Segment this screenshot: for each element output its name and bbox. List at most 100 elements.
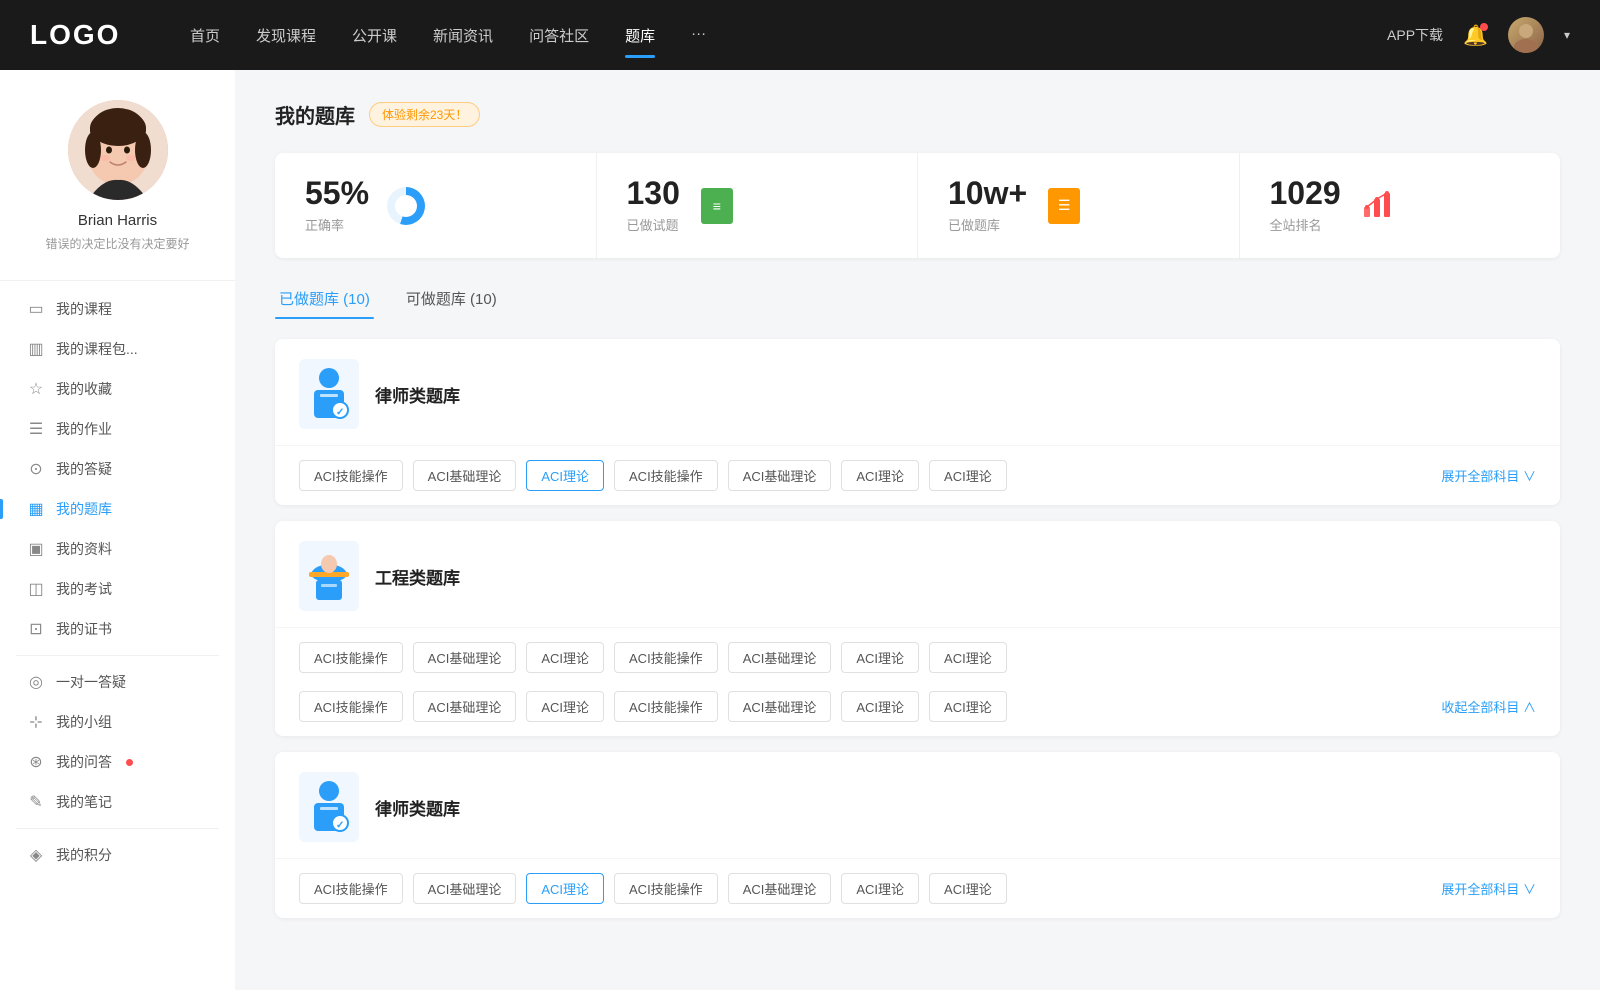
stat-accuracy-value: 55% [305,177,369,209]
tabs-row: 已做题库 (10) 可做题库 (10) [275,278,1560,319]
bank-title-3: 律师类题库 [375,795,460,820]
main-layout: Brian Harris 错误的决定比没有决定要好 ▭ 我的课程 ▥ 我的课程包… [0,70,1600,990]
sidebar-item-my-points[interactable]: ◈ 我的积分 [10,835,225,875]
sidebar-item-my-questions[interactable]: ⊙ 我的答疑 [10,449,225,489]
bank-tag-eng-extra-2[interactable]: ACI理论 [526,691,604,722]
stat-accuracy-label: 正确率 [305,215,369,234]
page-header: 我的题库 体验剩余23天！ [275,100,1560,129]
stat-accuracy-icon [385,185,427,227]
bank-tag-law2-0[interactable]: ACI技能操作 [299,873,403,904]
profile-icon: ▣ [26,539,46,559]
bank-expand-1[interactable]: 展开全部科目 ∨ [1441,466,1536,485]
sidebar-item-my-qa[interactable]: ⊛ 我的问答 [10,742,225,782]
bank-tag-eng-extra-5[interactable]: ACI理论 [841,691,919,722]
nav-item-qa[interactable]: 问答社区 [529,21,589,50]
bank-collapse-2[interactable]: 收起全部科目 ∧ [1441,697,1536,716]
bar-chart-icon [1362,187,1394,225]
one-on-one-icon: ◎ [26,672,46,692]
page-title: 我的题库 [275,100,355,129]
sidebar-item-my-course[interactable]: ▭ 我的课程 [10,289,225,329]
doc-green-icon [701,188,733,224]
stat-done-value: 130 [627,177,680,209]
bank-body-3: ACI技能操作 ACI基础理论 ACI理论 ACI技能操作 ACI基础理论 AC… [275,859,1560,918]
bank-tag-eng-1[interactable]: ACI基础理论 [413,642,517,673]
bank-tag-law2-5[interactable]: ACI理论 [841,873,919,904]
stats-row: 55% 正确率 130 已做试题 10w+ [275,153,1560,258]
bank-tag-eng-3[interactable]: ACI技能操作 [614,642,718,673]
tab-available-banks[interactable]: 可做题库 (10) [402,278,501,319]
bank-body-2: ACI技能操作 ACI基础理论 ACI理论 ACI技能操作 ACI基础理论 AC… [275,628,1560,687]
bank-tag-eng-extra-3[interactable]: ACI技能操作 [614,691,718,722]
sidebar-item-my-favorites[interactable]: ☆ 我的收藏 [10,369,225,409]
app-download-button[interactable]: APP下载 [1387,25,1443,45]
bank-title-1: 律师类题库 [375,382,460,407]
sidebar-item-my-profile[interactable]: ▣ 我的资料 [10,529,225,569]
bank-tag-2-active[interactable]: ACI理论 [526,460,604,491]
sidebar-username: Brian Harris [78,212,157,229]
sidebar-menu: ▭ 我的课程 ▥ 我的课程包... ☆ 我的收藏 ☰ 我的作业 ⊙ 我的答疑 ▦… [0,289,235,875]
sidebar-item-my-cert[interactable]: ⊡ 我的证书 [10,609,225,649]
bank-tag-4[interactable]: ACI基础理论 [728,460,832,491]
nav-item-more[interactable]: ··· [691,21,706,50]
sidebar-item-my-bank[interactable]: ▦ 我的题库 [10,489,225,529]
bank-tag-eng-extra-4[interactable]: ACI基础理论 [728,691,832,722]
logo[interactable]: LOGO [30,19,130,51]
notification-bell[interactable]: 🔔 [1463,23,1488,48]
sidebar-divider [0,280,235,281]
bank-tag-law2-2-active[interactable]: ACI理论 [526,873,604,904]
stat-done-questions: 130 已做试题 [597,153,919,258]
doc-orange-icon [1048,188,1080,224]
nav-item-open-course[interactable]: 公开课 [352,21,397,50]
bank-tag-law2-4[interactable]: ACI基础理论 [728,873,832,904]
main-content: 我的题库 体验剩余23天！ 55% 正确率 130 已做试题 [235,70,1600,990]
bank-tag-eng-0[interactable]: ACI技能操作 [299,642,403,673]
notification-dot [1480,23,1488,31]
bank-tag-eng-2[interactable]: ACI理论 [526,642,604,673]
top-navigation: LOGO 首页 发现课程 公开课 新闻资讯 问答社区 题库 ··· APP下载 … [0,0,1600,70]
bank-tag-6[interactable]: ACI理论 [929,460,1007,491]
bank-card-header-3: ✓ 律师类题库 [275,752,1560,859]
pie-chart-55 [387,187,425,225]
bank-tag-eng-6[interactable]: ACI理论 [929,642,1007,673]
bank-tag-law2-6[interactable]: ACI理论 [929,873,1007,904]
bank-tag-law2-3[interactable]: ACI技能操作 [614,873,718,904]
bank-tag-eng-extra-0[interactable]: ACI技能操作 [299,691,403,722]
tab-done-banks[interactable]: 已做题库 (10) [275,278,374,319]
sidebar-item-one-on-one[interactable]: ◎ 一对一答疑 [10,662,225,702]
nav-item-home[interactable]: 首页 [190,21,220,50]
bank-card-lawyer-2: ✓ 律师类题库 ACI技能操作 ACI基础理论 ACI理论 ACI技能操作 AC… [275,752,1560,918]
user-menu-chevron[interactable]: ▾ [1564,28,1570,42]
bank-tag-3[interactable]: ACI技能操作 [614,460,718,491]
bank-tag-law2-1[interactable]: ACI基础理论 [413,873,517,904]
bank-card-header-1: ✓ 律师类题库 [275,339,1560,446]
avatar[interactable] [1508,17,1544,53]
sidebar-item-my-notes[interactable]: ✎ 我的笔记 [10,782,225,822]
stat-banks-value: 10w+ [948,177,1027,209]
bank-expand-3[interactable]: 展开全部科目 ∨ [1441,879,1536,898]
bank-tag-eng-extra-1[interactable]: ACI基础理论 [413,691,517,722]
stat-rank-label: 全站排名 [1270,215,1341,234]
bank-tag-eng-4[interactable]: ACI基础理论 [728,642,832,673]
sidebar-motto: 错误的决定比没有决定要好 [45,235,189,252]
svg-text:✓: ✓ [336,407,344,418]
sidebar: Brian Harris 错误的决定比没有决定要好 ▭ 我的课程 ▥ 我的课程包… [0,70,235,990]
bank-tag-5[interactable]: ACI理论 [841,460,919,491]
cert-icon: ⊡ [26,619,46,639]
bank-tag-eng-extra-6[interactable]: ACI理论 [929,691,1007,722]
bank-tag-0[interactable]: ACI技能操作 [299,460,403,491]
qa-icon: ⊛ [26,752,46,772]
stat-banks-icon [1043,185,1085,227]
trial-badge: 体验剩余23天！ [369,102,480,127]
sidebar-item-my-exam[interactable]: ◫ 我的考试 [10,569,225,609]
sidebar-item-my-course-pack[interactable]: ▥ 我的课程包... [10,329,225,369]
bank-tag-1[interactable]: ACI基础理论 [413,460,517,491]
nav-item-discover[interactable]: 发现课程 [256,21,316,50]
sidebar-item-my-group[interactable]: ⊹ 我的小组 [10,702,225,742]
bank-card-header-2: 工程类题库 [275,521,1560,628]
sidebar-item-my-homework[interactable]: ☰ 我的作业 [10,409,225,449]
nav-item-news[interactable]: 新闻资讯 [433,21,493,50]
favorites-icon: ☆ [26,379,46,399]
nav-item-bank[interactable]: 题库 [625,21,655,50]
bank-body-1: ACI技能操作 ACI基础理论 ACI理论 ACI技能操作 ACI基础理论 AC… [275,446,1560,505]
bank-tag-eng-5[interactable]: ACI理论 [841,642,919,673]
